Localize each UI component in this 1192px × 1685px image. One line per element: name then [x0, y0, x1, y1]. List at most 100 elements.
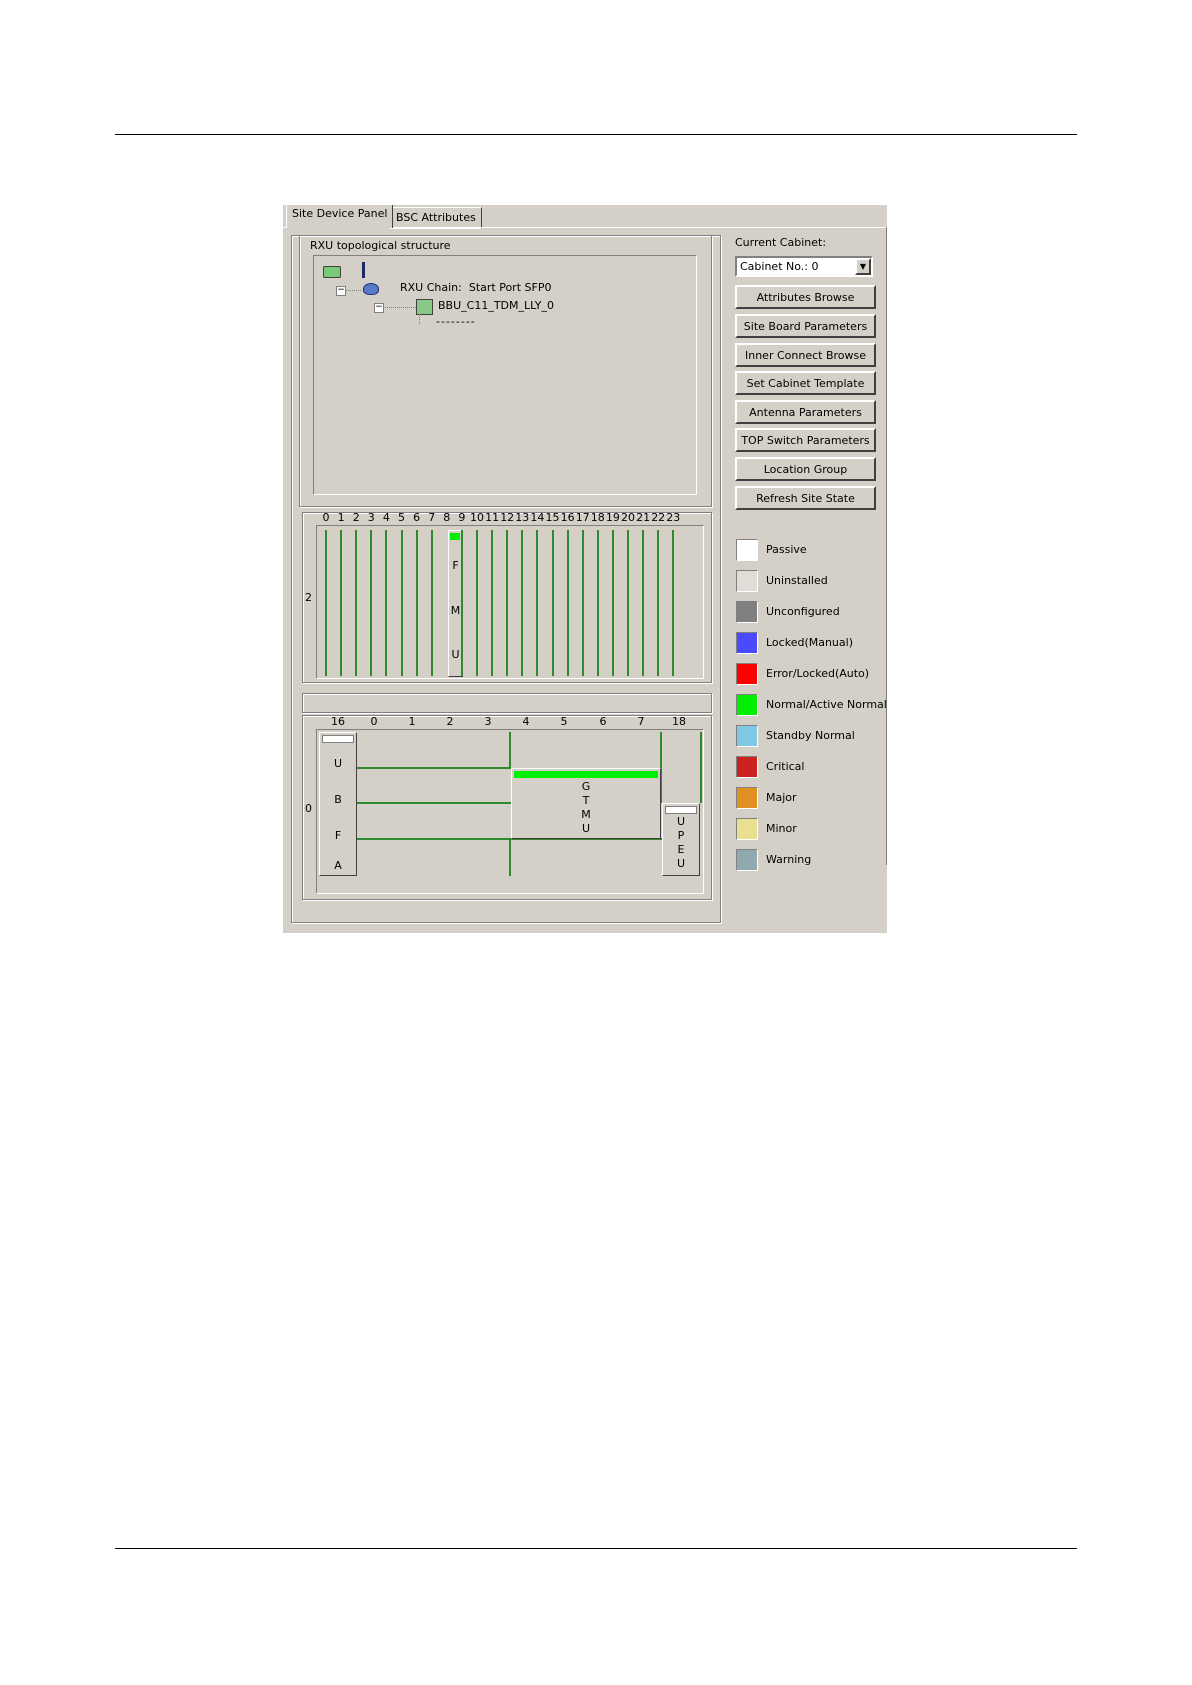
- legend-label: Critical: [766, 760, 805, 773]
- shelf-2-slot-line: [506, 530, 509, 676]
- legend-swatch: [736, 725, 758, 747]
- location-group-button[interactable]: Location Group: [735, 457, 876, 481]
- chevron-down-icon[interactable]: ▼: [855, 258, 871, 275]
- shelf-2-slot-number: 12: [500, 511, 515, 524]
- shelf-2-slot-number: 1: [337, 511, 345, 524]
- upeu-letter: P: [677, 829, 685, 842]
- legend-label: Unconfigured: [766, 605, 840, 618]
- legend-swatch: [736, 632, 758, 654]
- shelf-0-line: [357, 802, 511, 804]
- rack-icon: [362, 262, 365, 278]
- shelf-2-slot-number: 7: [428, 511, 436, 524]
- current-cabinet-label: Current Cabinet:: [735, 236, 827, 249]
- upeu-letter: U: [676, 815, 686, 828]
- shelf-0-slot-number: 16: [331, 715, 345, 728]
- shelf-2-slot-line: [611, 530, 614, 676]
- shelf-2-slot-number: 3: [367, 511, 375, 524]
- shelf-2-slot-line: [521, 530, 524, 676]
- ubfa-status-led: [322, 735, 354, 743]
- shelf-2-slot-line: [491, 530, 494, 676]
- shelf-divider: [302, 693, 712, 713]
- legend-swatch: [736, 787, 758, 809]
- bbu-root-icon[interactable]: [323, 266, 341, 278]
- shelf-2-slot-line: [325, 530, 327, 676]
- fmu-status-led: [450, 533, 460, 540]
- inner-connect-browse-button[interactable]: Inner Connect Browse: [735, 343, 876, 367]
- cabinet-select[interactable]: Cabinet No.: 0 ▼: [735, 256, 873, 277]
- shelf-0-slot-number: 0: [370, 715, 378, 728]
- legend-swatch: [736, 849, 758, 871]
- legend-swatch: [736, 694, 758, 716]
- shelf-2-slot-number: 20: [621, 511, 635, 524]
- site-board-parameters-button[interactable]: Site Board Parameters: [735, 314, 876, 338]
- shelf-2-slot-line: [551, 530, 554, 676]
- antenna-parameters-button[interactable]: Antenna Parameters: [735, 400, 876, 424]
- tree-connector: [345, 290, 361, 292]
- shelf-2-slot-line: [400, 530, 403, 676]
- shelf-2-slot-number: 22: [651, 511, 666, 524]
- upeu-board[interactable]: U P E U: [662, 803, 700, 876]
- top-switch-parameters-button[interactable]: TOP Switch Parameters: [735, 428, 876, 452]
- shelf-0-slot-number: 18: [672, 715, 686, 728]
- shelf-2-row-label: 2: [305, 591, 312, 604]
- legend-swatch: [736, 818, 758, 840]
- shelf-0-slot-number: 2: [446, 715, 454, 728]
- shelf-2-slot-line: [672, 530, 675, 676]
- ubfa-letter: F: [334, 829, 342, 842]
- set-cabinet-template-button[interactable]: Set Cabinet Template: [735, 371, 876, 395]
- shelf-0-line: [357, 767, 511, 769]
- shelf-2-slot-line: [642, 530, 645, 676]
- legend-swatch: [736, 539, 758, 561]
- shelf-2-slot-line: [566, 530, 569, 676]
- legend-label: Warning: [766, 853, 812, 866]
- right-panel-edge: [886, 227, 887, 865]
- legend-label: Uninstalled: [766, 574, 828, 587]
- tab-site-device-panel[interactable]: Site Device Panel: [286, 205, 394, 228]
- shelf-2-slot-number: 2: [352, 511, 360, 524]
- shelf-2-slot-line: [415, 530, 418, 676]
- bbu-node-label[interactable]: BBU_C11_TDM_LLY_0: [438, 299, 554, 312]
- shelf-0-slot-number: 3: [484, 715, 492, 728]
- refresh-site-state-button[interactable]: Refresh Site State: [735, 486, 876, 510]
- shelf-2-slot-line: [627, 530, 629, 676]
- shelf-2-slot-number: 23: [666, 511, 681, 524]
- legend-swatch: [736, 663, 758, 685]
- upeu-status-led: [665, 806, 697, 814]
- shelf-0-slot-number: 7: [637, 715, 645, 728]
- legend-swatch: [736, 570, 758, 592]
- gtmu-letter: G: [581, 780, 591, 793]
- shelf-2-slot-number: 10: [470, 511, 484, 524]
- shelf-2-slot-line: [581, 530, 584, 676]
- legend-label: Standby Normal: [766, 729, 855, 742]
- tree-child-label: --------: [436, 315, 476, 328]
- shelf-0-slot-number: 4: [522, 715, 530, 728]
- shelf-2-slot-line: [430, 530, 433, 676]
- shelf-2-slot-number: 8: [443, 511, 451, 524]
- shelf-2-rack: [316, 525, 704, 679]
- shelf-2-slot-line: [657, 530, 660, 676]
- gtmu-letter: U: [581, 822, 591, 835]
- tab-bsc-attributes[interactable]: BSC Attributes: [390, 207, 482, 229]
- shelf-2-slot-number: 19: [605, 511, 620, 524]
- shelf-2-slot-line: [355, 530, 358, 676]
- shelf-2-slot-number: 18: [590, 511, 605, 524]
- legend-swatch: [736, 601, 758, 623]
- gtmu-status-led: [514, 771, 658, 778]
- footer-rule: [115, 1548, 1077, 1549]
- header-rule: [115, 134, 1077, 135]
- ubfa-board[interactable]: U B F A: [319, 732, 357, 876]
- attributes-browse-button[interactable]: Attributes Browse: [735, 285, 876, 309]
- shelf-0-line: [357, 838, 511, 840]
- shelf-2-slot-number: 16: [560, 511, 575, 524]
- shelf-2-slot-number: 6: [413, 511, 421, 524]
- legend-label: Major: [766, 791, 797, 804]
- ubfa-letter: U: [333, 757, 343, 770]
- rxu-chain-label[interactable]: RXU Chain: Start Port SFP0: [400, 281, 551, 294]
- shelf-2-slot-number: 14: [530, 511, 545, 524]
- tree-connector-2: [383, 307, 416, 309]
- shelf-2-slot-line: [596, 530, 599, 676]
- shelf-2-slot-number: 5: [398, 511, 405, 524]
- gtmu-board[interactable]: G T M U: [511, 768, 661, 839]
- shelf-0-line: [700, 732, 702, 803]
- shelf-2-slot-number: 9: [458, 511, 466, 524]
